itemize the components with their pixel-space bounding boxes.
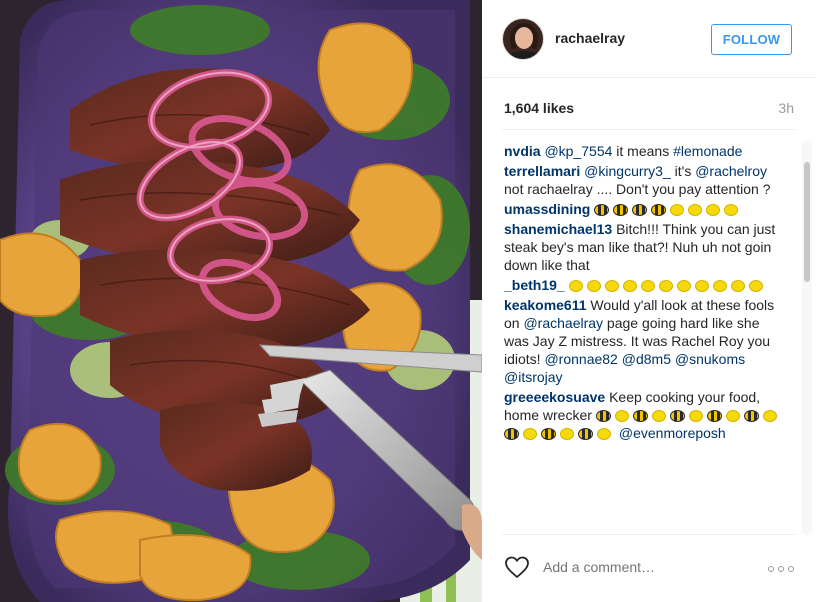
comment-item: nvdia @kp_7554 it means #lemonade bbox=[504, 142, 782, 160]
lemon-emoji-icon bbox=[560, 428, 574, 440]
hashtag-link[interactable]: #lemonade bbox=[673, 143, 742, 159]
lemon-emoji-icon bbox=[748, 280, 763, 292]
comment-username-link[interactable]: _beth19_ bbox=[504, 277, 565, 293]
comment-item: umassdining bbox=[504, 200, 782, 218]
comment-item: terrellamari @kingcurry3_ it's @rachelro… bbox=[504, 162, 782, 198]
comment-item: greeeekosuave Keep cooking your food, ho… bbox=[504, 388, 782, 442]
lemon-emoji-icon bbox=[762, 410, 777, 422]
comment-footer bbox=[502, 534, 796, 602]
bee-emoji-icon bbox=[632, 410, 648, 422]
post-header: rachaelray FOLLOW bbox=[482, 0, 816, 78]
mention-link[interactable]: @evenmoreposh bbox=[619, 425, 726, 441]
lemon-emoji-icon bbox=[622, 280, 637, 292]
comment-text: not rachaelray .... Don't you pay attent… bbox=[504, 181, 771, 197]
lemon-emoji-icon bbox=[614, 410, 629, 422]
lemon-emoji-icon bbox=[640, 280, 655, 292]
lemon-emoji-icon bbox=[688, 204, 703, 216]
comment-item: _beth19_ bbox=[504, 276, 782, 294]
avatar-face bbox=[515, 27, 533, 49]
lemon-emoji-icon bbox=[730, 280, 745, 292]
comment-username-link[interactable]: umassdining bbox=[504, 201, 590, 217]
comment-username-link[interactable]: nvdia bbox=[504, 143, 541, 159]
likes-count[interactable]: 1,604 likes bbox=[504, 100, 574, 116]
steak-salad-illustration bbox=[0, 0, 482, 602]
bee-emoji-icon bbox=[632, 204, 648, 216]
lemon-emoji-icon bbox=[568, 280, 583, 292]
lemon-emoji-icon bbox=[670, 204, 685, 216]
lemon-emoji-icon bbox=[694, 280, 709, 292]
lemon-emoji-icon bbox=[651, 410, 666, 422]
post-photo[interactable] bbox=[0, 0, 482, 602]
mention-link[interactable]: @snukoms bbox=[675, 351, 745, 367]
mention-link[interactable]: @rachaelray bbox=[523, 315, 603, 331]
lemon-emoji-icon bbox=[658, 280, 673, 292]
mention-link[interactable]: @ronnae82 bbox=[544, 351, 617, 367]
bee-emoji-icon bbox=[578, 428, 593, 440]
post-details-panel: rachaelray FOLLOW 1,604 likes 3h nvdia @… bbox=[482, 0, 816, 602]
scrollbar-thumb[interactable] bbox=[804, 162, 810, 282]
bee-emoji-icon bbox=[651, 204, 667, 216]
comment-username-link[interactable]: keakome611 bbox=[504, 297, 587, 313]
lemon-emoji-icon bbox=[725, 410, 740, 422]
bee-emoji-icon bbox=[594, 204, 610, 216]
comment-text: it's bbox=[670, 163, 696, 179]
lemon-emoji-icon bbox=[706, 204, 721, 216]
lemon-emoji-icon bbox=[724, 204, 739, 216]
comments-list: nvdia @kp_7554 it means #lemonade terrell… bbox=[504, 142, 782, 532]
mention-link[interactable]: @d8m5 bbox=[622, 351, 671, 367]
bee-emoji-icon bbox=[595, 410, 611, 422]
bee-emoji-icon bbox=[706, 410, 722, 422]
dot bbox=[778, 566, 784, 572]
lemon-emoji-icon bbox=[597, 428, 611, 440]
mention-link[interactable]: @kp_7554 bbox=[544, 143, 612, 159]
mention-link[interactable]: @itsrojay bbox=[504, 369, 563, 385]
dot bbox=[788, 566, 794, 572]
comment-item: shanemichael13 Bitch!!! Think you can ju… bbox=[504, 220, 782, 274]
lemon-emoji-icon bbox=[586, 280, 601, 292]
bee-emoji-icon bbox=[613, 204, 629, 216]
dot bbox=[768, 566, 774, 572]
comment-item: keakome611 Would y'all look at these foo… bbox=[504, 296, 782, 386]
more-options-icon[interactable] bbox=[768, 566, 794, 572]
mention-link[interactable]: @rachelroy bbox=[695, 163, 767, 179]
comment-text: it means bbox=[612, 143, 674, 159]
avatar[interactable] bbox=[502, 18, 544, 60]
mention-link[interactable]: @kingcurry3_ bbox=[584, 163, 671, 179]
bee-emoji-icon bbox=[541, 428, 556, 440]
comment-username-link[interactable]: terrellamari bbox=[504, 163, 580, 179]
bee-emoji-icon bbox=[743, 410, 759, 422]
heart-outline-icon[interactable] bbox=[504, 555, 530, 579]
post-timestamp[interactable]: 3h bbox=[778, 100, 794, 116]
bee-emoji-icon bbox=[669, 410, 685, 422]
lemon-emoji-icon bbox=[523, 428, 537, 440]
avatar-shirt bbox=[507, 51, 541, 59]
username-link[interactable]: rachaelray bbox=[555, 30, 625, 46]
follow-button[interactable]: FOLLOW bbox=[711, 24, 792, 55]
lemon-emoji-icon bbox=[676, 280, 691, 292]
comment-username-link[interactable]: greeeekosuave bbox=[504, 389, 605, 405]
lemon-emoji-icon bbox=[688, 410, 703, 422]
comment-username-link[interactable]: shanemichael13 bbox=[504, 221, 612, 237]
lemon-emoji-icon bbox=[712, 280, 727, 292]
bee-emoji-icon bbox=[504, 428, 519, 440]
add-comment-input[interactable] bbox=[543, 559, 743, 575]
post-meta: 1,604 likes 3h bbox=[502, 98, 796, 118]
divider bbox=[502, 129, 796, 130]
lemon-emoji-icon bbox=[604, 280, 619, 292]
